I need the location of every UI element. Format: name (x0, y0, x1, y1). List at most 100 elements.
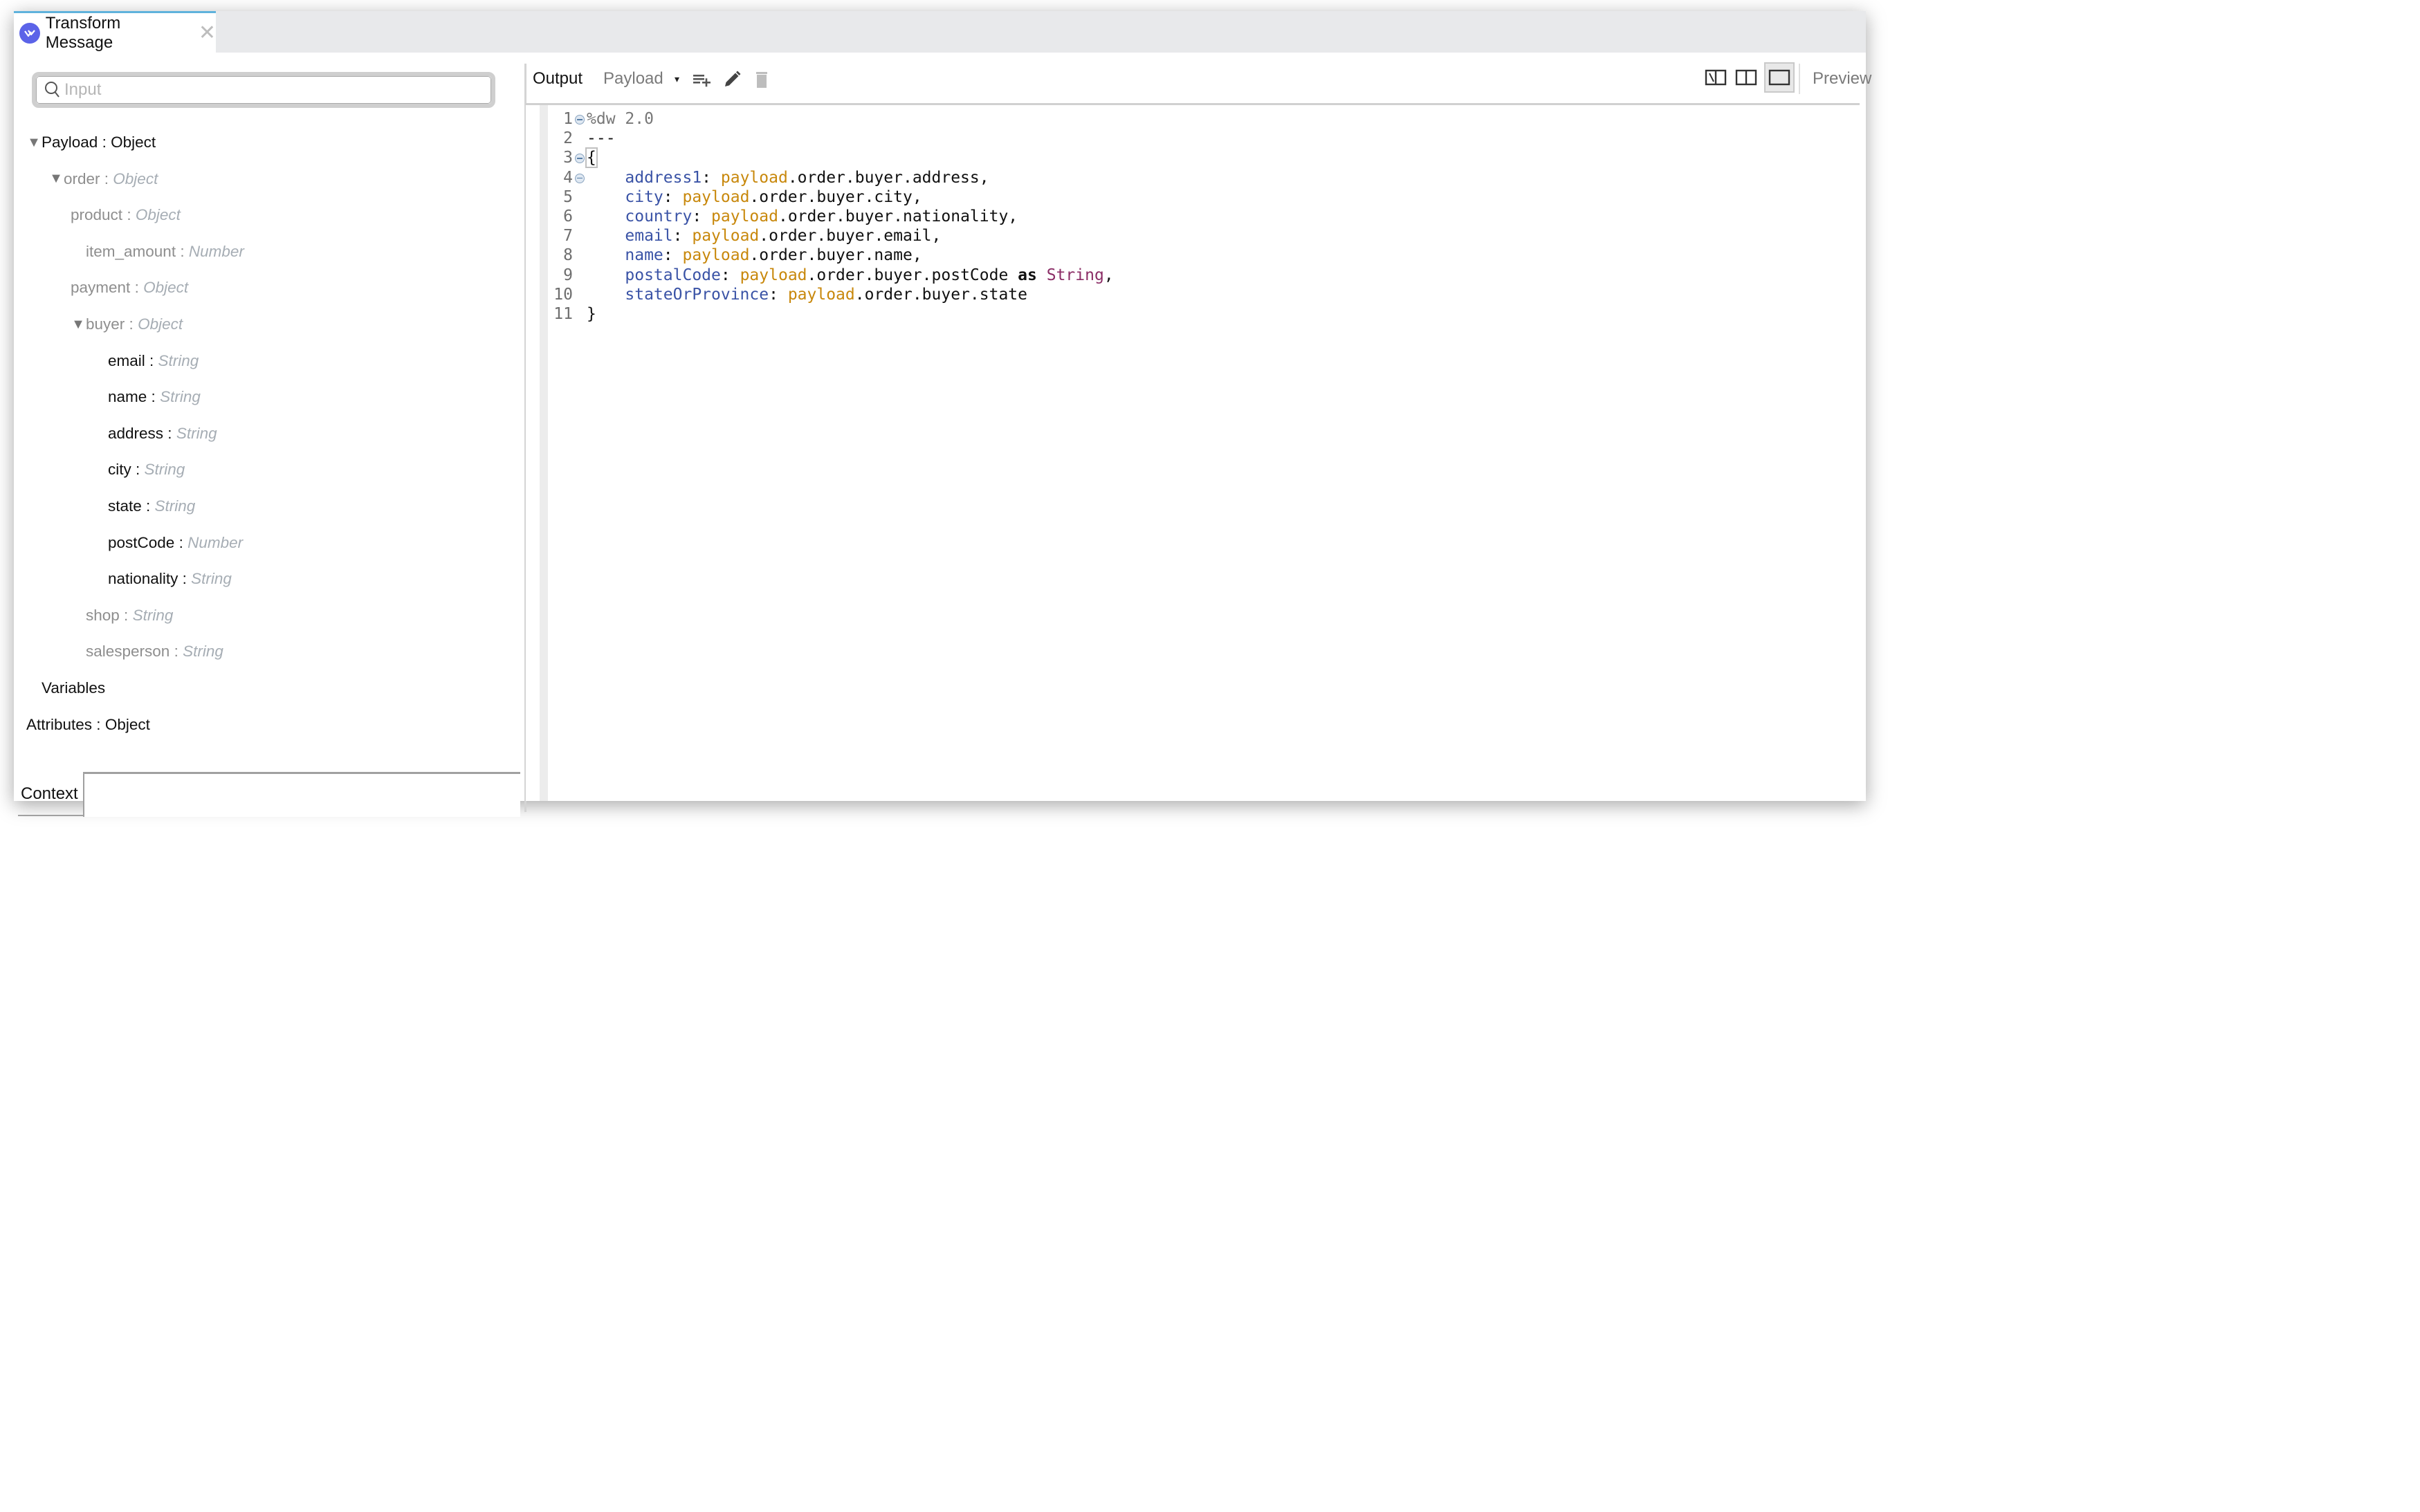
line-number: 10 (553, 285, 573, 304)
tree-node-label: order (64, 169, 100, 187)
expanded-triangle-icon[interactable] (48, 171, 64, 187)
line-number: 8 (563, 246, 573, 265)
tree-node-item-amount[interactable]: item_amount : Number (71, 238, 244, 266)
code-line[interactable]: 1 %dw 2.0 (548, 109, 654, 129)
input-panel: Payload : Object order : Object product : … (14, 53, 524, 817)
tree-node-type: Number (188, 242, 244, 260)
tree-node-type: String (158, 351, 199, 369)
expanded-triangle-icon[interactable] (71, 317, 86, 333)
tree-node-separator: : (125, 315, 138, 333)
code-token-key: address1 (625, 168, 702, 187)
collapse-minus-icon[interactable] (575, 154, 585, 164)
delete-icon[interactable] (751, 69, 772, 90)
tab-transform-message[interactable]: Transform Message ✕ (14, 11, 216, 53)
code-token: : (702, 168, 721, 187)
code-line[interactable]: 6 country: payload .order.buyer.nationali… (548, 207, 1018, 226)
code-token-var: payload (720, 168, 788, 187)
tree-node-name[interactable]: name : String (93, 383, 201, 411)
tree-node-separator: : (92, 715, 105, 733)
tree-node-label: salesperson (86, 643, 170, 661)
expanded-triangle-icon[interactable] (26, 135, 42, 151)
close-icon[interactable]: ✕ (199, 22, 216, 44)
tree-node-type: String (154, 497, 196, 515)
add-output-icon[interactable] (692, 69, 713, 90)
split-view-icon[interactable] (1732, 64, 1760, 91)
tree-node-nationality[interactable]: nationality : String (93, 565, 232, 593)
code-line[interactable]: 4 address1: payload .order.buyer.address, (548, 168, 989, 187)
tree-node-label: Payload (42, 133, 98, 151)
tree-node-shop[interactable]: shop : String (71, 602, 173, 629)
tree-node-city[interactable]: city : String (93, 456, 185, 483)
graphics-and-source-icon[interactable] (1702, 64, 1730, 91)
tab-title: Transform Message (45, 13, 121, 52)
tree-node-type: String (183, 643, 223, 661)
tree-node-payment[interactable]: payment : Object (71, 274, 188, 302)
input-search-field[interactable] (63, 80, 453, 100)
tree-node-email[interactable]: email : String (93, 347, 199, 375)
fold-toggle-icon[interactable] (573, 110, 587, 128)
edit-icon[interactable] (722, 69, 742, 90)
output-label: Output (533, 69, 583, 88)
code-line[interactable]: 2 --- (548, 129, 615, 148)
tree-node-salesperson[interactable]: salesperson : String (71, 638, 223, 665)
code-line[interactable]: 5 city: payload .order.buyer.city, (548, 187, 922, 207)
code-line[interactable]: 11} (548, 304, 596, 324)
context-tab[interactable]: Context (21, 784, 78, 804)
code-editor[interactable]: 1 %dw 2.0 2 --- 3{4 address1: payload .order.… (526, 105, 1860, 801)
code-token: : (663, 187, 683, 206)
source-only-icon[interactable] (1764, 62, 1795, 93)
tree-node-label: postCode (108, 533, 175, 551)
collapse-minus-icon[interactable] (575, 115, 585, 125)
code-line[interactable]: 10 stateOrProvince: payload .order.buyer.… (548, 285, 1027, 304)
fold-toggle-icon[interactable] (573, 169, 587, 187)
tree-node-separator: : (169, 643, 183, 661)
output-target-dropdown[interactable]: Payload (603, 69, 663, 89)
tree-node-separator: : (122, 206, 136, 224)
chevron-down-icon[interactable]: ▾ (675, 73, 679, 85)
code-line[interactable]: 8 name: payload .order.buyer.name, (548, 246, 922, 265)
line-number: 6 (563, 208, 573, 225)
code-token: .order.buyer.state (854, 285, 1027, 304)
code-token: .order.buyer.nationality, (778, 208, 1018, 225)
code-token-kw: as (1018, 266, 1037, 284)
code-token-key: stateOrProvince (625, 285, 769, 304)
code-token-key: postalCode (625, 266, 721, 284)
tree-node-separator: : (141, 497, 155, 515)
context-tab-underline (18, 815, 83, 816)
input-search[interactable] (32, 72, 495, 108)
collapse-minus-icon[interactable] (575, 173, 585, 183)
tree-node-variables[interactable]: Variables (26, 674, 105, 702)
preview-button[interactable]: Preview (1813, 69, 1871, 89)
line-number: 5 (563, 187, 573, 206)
fold-toggle-icon[interactable] (573, 149, 587, 167)
tree-node-order[interactable]: order : Object (48, 165, 158, 193)
code-line[interactable]: 3{ (548, 147, 598, 169)
editor-gutter (540, 105, 548, 801)
tree-node-state[interactable]: state : String (93, 492, 195, 520)
line-number: 2 (563, 129, 573, 148)
tree-node-address[interactable]: address : String (93, 420, 217, 448)
tree-node-type: Object (143, 279, 189, 297)
tree-node-postcode[interactable]: postCode : Number (93, 529, 243, 557)
tree-node-payload[interactable]: Payload : Object (26, 129, 156, 156)
tree-node-attributes[interactable]: Attributes : Object (26, 711, 150, 739)
code-token: : (663, 246, 683, 265)
collapsed-triangle-icon[interactable] (552, 764, 1892, 1512)
code-token: .order.buyer.address, (787, 168, 989, 187)
code-token-key: city (625, 187, 663, 206)
tree-node-label: email (108, 351, 145, 369)
code-line[interactable]: 9 postalCode: payload .order.buyer.postCo… (548, 266, 1114, 285)
tree-node-buyer[interactable]: buyer : Object (71, 311, 183, 338)
transform-message-window: Transform Message ✕ Payload : Object orde… (14, 11, 1871, 817)
code-line[interactable]: 7 email: payload .order.buyer.email, (548, 226, 941, 246)
tree-node-separator: : (131, 461, 145, 479)
tree-node-product[interactable]: product : Object (71, 201, 181, 229)
code-token-var: payload (682, 246, 750, 265)
code-token: } (587, 305, 596, 323)
code-token: : (692, 208, 712, 225)
